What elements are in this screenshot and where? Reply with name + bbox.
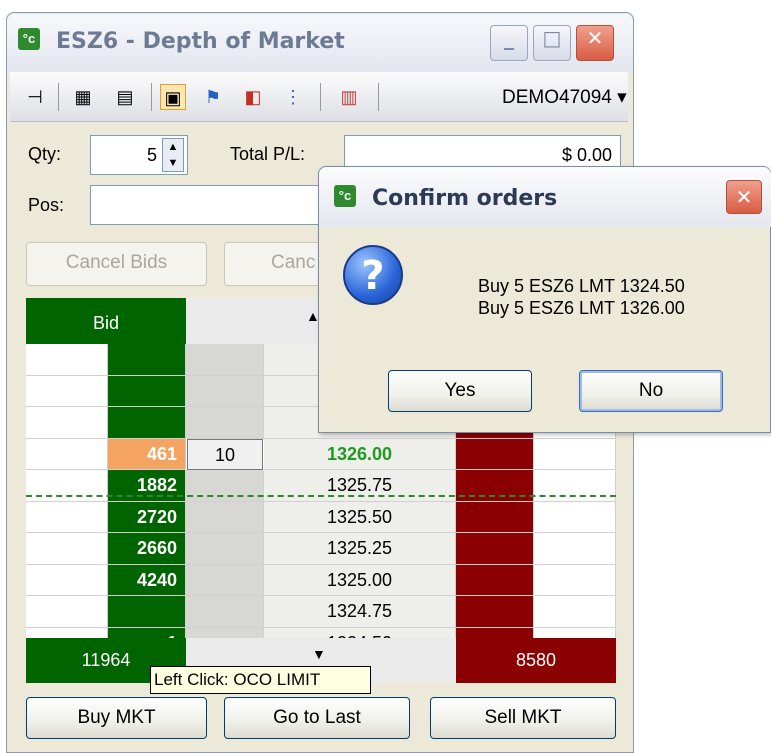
bid-size-cell[interactable]: 4240 bbox=[108, 564, 186, 596]
ask-total: 8580 bbox=[456, 638, 616, 683]
dom-settings-icon[interactable]: ▣ bbox=[160, 84, 186, 110]
pin-icon[interactable]: ⊣ bbox=[22, 84, 48, 110]
ladder-center-icon[interactable]: ⋮ bbox=[280, 84, 306, 110]
bid-size-cell[interactable]: 461 bbox=[108, 438, 186, 470]
ask-size-cell[interactable] bbox=[456, 533, 534, 565]
order-qty-cell[interactable] bbox=[186, 375, 264, 407]
ask-size-cell[interactable] bbox=[456, 501, 534, 533]
dialog-close-icon[interactable]: ✕ bbox=[726, 180, 762, 214]
qty-label: Qty: bbox=[28, 144, 62, 164]
question-icon: ? bbox=[343, 245, 403, 305]
dialog-title: Confirm orders bbox=[372, 186, 558, 211]
toolbar-separator bbox=[320, 83, 321, 111]
price-cell[interactable]: 1326.00 bbox=[264, 438, 456, 470]
ask-order-cell[interactable] bbox=[534, 438, 616, 470]
calculator-icon[interactable]: ▦ bbox=[70, 84, 96, 110]
order-qty-cell[interactable] bbox=[186, 344, 264, 376]
qty-spinner[interactable]: ▲ ▼ bbox=[162, 138, 184, 172]
flag-icon[interactable]: ⚑ bbox=[200, 84, 226, 110]
dialog-message-line-1: Buy 5 ESZ6 LMT 1324.50 bbox=[478, 276, 685, 296]
order-qty-cell[interactable] bbox=[186, 596, 264, 628]
ask-order-cell[interactable] bbox=[534, 596, 616, 628]
order-qty-cell[interactable] bbox=[186, 533, 264, 565]
sell-market-button[interactable]: Sell MKT bbox=[430, 697, 616, 739]
pos-label: Pos: bbox=[28, 195, 65, 215]
app-logo-icon: °c bbox=[18, 28, 40, 50]
dialog-message-line-2: Buy 5 ESZ6 LMT 1326.00 bbox=[478, 298, 685, 318]
bracket-order-icon[interactable]: ◧ bbox=[240, 84, 266, 110]
bid-size-cell[interactable] bbox=[108, 375, 186, 407]
order-qty-cell[interactable] bbox=[186, 501, 264, 533]
bid-column-header[interactable]: Bid bbox=[26, 298, 186, 344]
bid-size-cell[interactable] bbox=[108, 596, 186, 628]
yes-button[interactable]: Yes bbox=[388, 370, 532, 412]
ask-order-cell[interactable] bbox=[534, 501, 616, 533]
bid-size-cell[interactable] bbox=[108, 407, 186, 439]
sort-down-icon: ▼ bbox=[312, 646, 326, 662]
last-price-marker bbox=[26, 495, 616, 497]
ask-size-cell[interactable] bbox=[456, 438, 534, 470]
buy-market-button[interactable]: Buy MKT bbox=[26, 697, 207, 739]
ask-order-cell[interactable] bbox=[534, 564, 616, 596]
properties-icon[interactable]: ▤ bbox=[112, 84, 138, 110]
tooltip: Left Click: OCO LIMIT bbox=[150, 666, 371, 694]
toolbar-separator bbox=[58, 83, 59, 111]
bid-size-cell[interactable] bbox=[108, 344, 186, 376]
ask-size-cell[interactable] bbox=[456, 564, 534, 596]
order-qty-cell[interactable] bbox=[186, 564, 264, 596]
total-pl-label: Total P/L: bbox=[230, 144, 306, 164]
bid-order-cell[interactable] bbox=[26, 344, 108, 376]
price-cell[interactable]: 1325.25 bbox=[264, 533, 456, 565]
bid-order-cell[interactable] bbox=[26, 596, 108, 628]
close-icon[interactable]: ✕ bbox=[576, 25, 614, 61]
toolbar-separator bbox=[378, 83, 379, 111]
bid-size-cell[interactable]: 2660 bbox=[108, 533, 186, 565]
bid-order-cell[interactable] bbox=[26, 407, 108, 439]
dialog-app-icon: °c bbox=[334, 185, 356, 207]
price-cell[interactable]: 1325.00 bbox=[264, 564, 456, 596]
ask-order-cell[interactable] bbox=[534, 533, 616, 565]
bid-order-cell[interactable] bbox=[26, 533, 108, 565]
bid-size-cell[interactable]: 2720 bbox=[108, 501, 186, 533]
toolbar-separator bbox=[151, 83, 152, 111]
account-dropdown[interactable]: DEMO47094 ▾ bbox=[502, 86, 627, 109]
bid-order-cell[interactable] bbox=[26, 375, 108, 407]
bid-order-cell[interactable] bbox=[26, 501, 108, 533]
no-button[interactable]: No bbox=[579, 370, 723, 412]
maximize-icon[interactable]: □ bbox=[533, 25, 571, 61]
bid-order-cell[interactable] bbox=[26, 438, 108, 470]
price-cell[interactable]: 1324.75 bbox=[264, 596, 456, 628]
window-title: ESZ6 - Depth of Market bbox=[56, 29, 345, 54]
order-qty-cell[interactable]: 10 bbox=[187, 438, 263, 470]
cancel-bids-button[interactable]: Cancel Bids bbox=[26, 242, 207, 286]
go-to-last-button[interactable]: Go to Last bbox=[224, 697, 410, 739]
price-cell[interactable]: 1325.50 bbox=[264, 501, 456, 533]
order-qty-cell[interactable] bbox=[186, 407, 264, 439]
minimize-icon[interactable]: _ bbox=[490, 25, 528, 61]
ask-size-cell[interactable] bbox=[456, 596, 534, 628]
bid-order-cell[interactable] bbox=[26, 564, 108, 596]
chart-icon[interactable]: ▥ bbox=[336, 84, 362, 110]
